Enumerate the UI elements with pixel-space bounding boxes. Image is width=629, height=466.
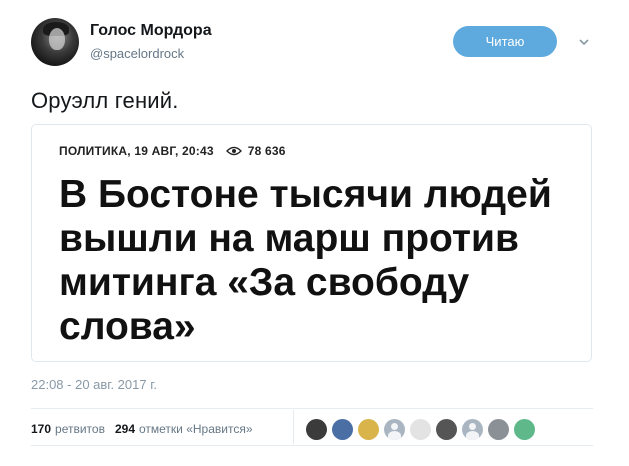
- retweets-label[interactable]: ретвитов: [55, 422, 105, 436]
- news-card[interactable]: ПОЛИТИКА, 19 АВГ, 20:43 78 636 В Бостоне…: [31, 124, 592, 362]
- tweet-text: Оруэлл гений.: [31, 88, 179, 113]
- card-meta: ПОЛИТИКА, 19 АВГ, 20:43 78 636: [59, 144, 286, 158]
- card-category-date: ПОЛИТИКА, 19 АВГ, 20:43: [59, 144, 214, 158]
- divider-bottom: [31, 445, 593, 446]
- avatar-green-icon[interactable]: [514, 419, 535, 440]
- headline-line: В Бостоне тысячи людей: [59, 173, 552, 216]
- headline-line: вышли на марш против: [59, 217, 519, 260]
- avatar-default-icon[interactable]: [462, 419, 483, 440]
- chevron-down-icon[interactable]: [578, 36, 590, 48]
- retweets-count[interactable]: 170: [31, 422, 51, 436]
- likes-count[interactable]: 294: [115, 422, 135, 436]
- avatar-bw-icon[interactable]: [436, 419, 457, 440]
- eye-icon: [225, 146, 242, 156]
- avatar-yellow-icon[interactable]: [358, 419, 379, 440]
- author-name[interactable]: Голос Мордора: [90, 22, 212, 40]
- engagement-stats: 170 ретвитов 294 отметки «Нравится»: [31, 422, 253, 436]
- headline-line: слова»: [59, 305, 196, 348]
- avatar-face: [49, 28, 65, 50]
- avatar-sketch-icon[interactable]: [410, 419, 431, 440]
- likes-label[interactable]: отметки «Нравится»: [139, 422, 253, 436]
- divider-top: [31, 408, 593, 409]
- author-avatar[interactable]: [31, 18, 79, 66]
- following-button[interactable]: Читаю: [453, 26, 557, 57]
- tweet-timestamp[interactable]: 22:08 - 20 авг. 2017 г.: [31, 377, 157, 392]
- headline-line: митинга «За свободу: [59, 261, 470, 304]
- tweet-header: Голос Мордора @spacelordrock Читаю: [31, 18, 611, 70]
- avatar-dark-icon[interactable]: [306, 419, 327, 440]
- stats-separator: [293, 410, 294, 444]
- author-handle[interactable]: @spacelordrock: [90, 46, 184, 61]
- likers-avatars: [306, 419, 540, 440]
- avatar-plane-icon[interactable]: [488, 419, 509, 440]
- avatar-blue-icon[interactable]: [332, 419, 353, 440]
- avatar-default-icon[interactable]: [384, 419, 405, 440]
- card-views: 78 636: [247, 144, 286, 158]
- card-headline: В Бостоне тысячи людей вышли на марш про…: [59, 173, 579, 349]
